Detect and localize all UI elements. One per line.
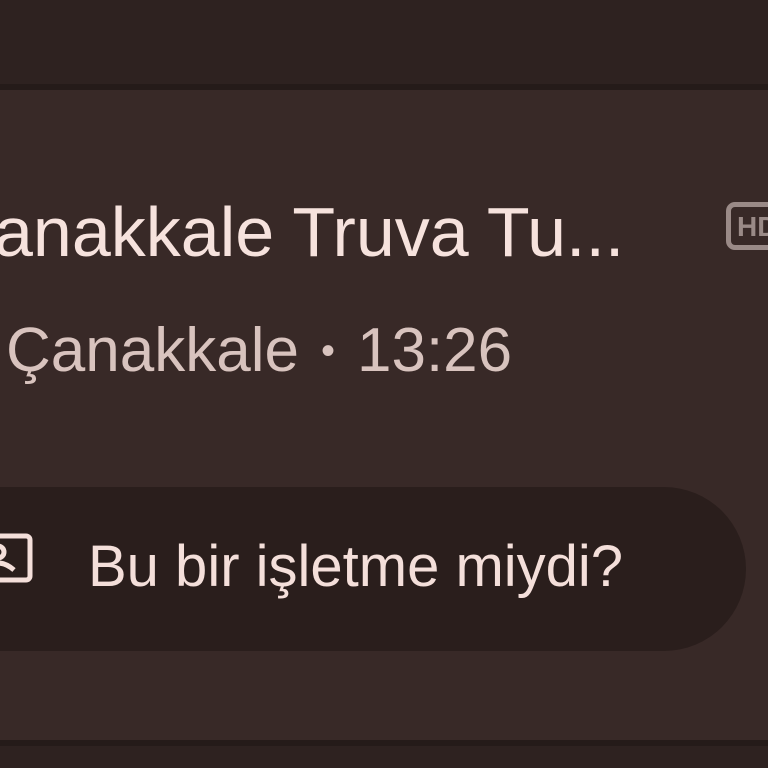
hd-badge-icon: HD [726,202,768,250]
location-label: Çanakkale [6,316,299,385]
bottom-bar [0,746,768,768]
business-prompt-label: Bu bir işletme miydi? [88,534,624,599]
screen: anakkale Truva Tu... HD Çanakkale•13:26 … [0,0,768,768]
listing-meta: Çanakkale • 13:26 [6,315,512,391]
time-label: 13:26 [356,316,513,385]
top-bar [0,0,768,84]
listing-title[interactable]: anakkale Truva Tu... [0,190,624,274]
hd-badge-label: HD [737,211,768,242]
storefront-icon [0,533,33,583]
separator-dot: • [320,328,335,373]
